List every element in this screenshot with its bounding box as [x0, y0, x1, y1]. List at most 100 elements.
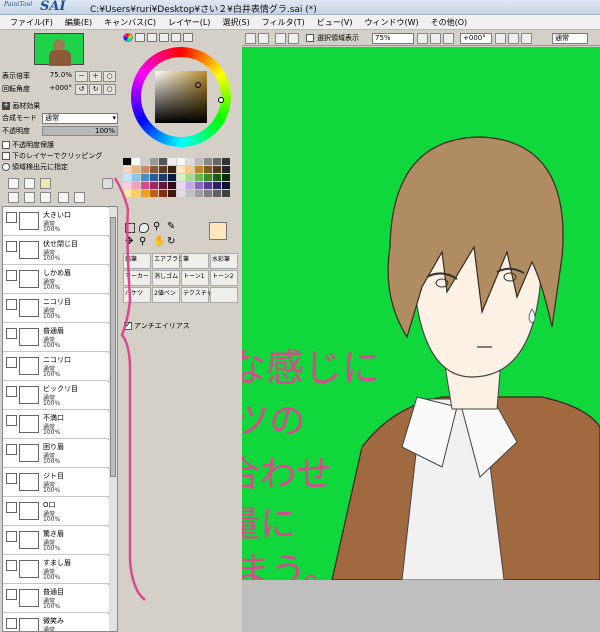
opacity-slider[interactable]: 100% [42, 126, 118, 136]
hand-tool-icon[interactable]: ✋ [153, 236, 165, 247]
layer-row[interactable]: すまし眉 通常 100% [3, 556, 109, 584]
color-swatch[interactable] [141, 174, 149, 181]
new-folder-icon[interactable] [40, 178, 51, 189]
color-swatch[interactable] [177, 182, 185, 189]
angle-value[interactable]: +000° [49, 84, 72, 92]
color-swatch[interactable] [168, 158, 176, 165]
tool-brush[interactable]: 筆 [181, 253, 209, 269]
new-linework-layer-icon[interactable] [24, 178, 35, 189]
tool-binary-pen[interactable]: 2値ペン [152, 287, 180, 303]
color-swatch[interactable] [141, 166, 149, 173]
color-swatch[interactable] [213, 166, 221, 173]
color-swatch[interactable] [204, 166, 212, 173]
layer-visibility-toggle[interactable] [6, 618, 17, 629]
tool-empty-slot[interactable] [210, 287, 238, 303]
layer-row[interactable]: ジト目 通常 100% [3, 469, 109, 497]
layer-visibility-toggle[interactable] [6, 560, 17, 571]
menu-edit[interactable]: 編集(E) [59, 15, 98, 29]
selection-source-row[interactable]: 領域検出元に指定 [2, 162, 118, 173]
tool-bucket[interactable]: バケツ [123, 287, 151, 303]
layer-row[interactable]: ニコリ目 通常 100% [3, 295, 109, 323]
hsv-slider-mode-icon[interactable] [147, 33, 157, 42]
layer-list-scrollbar[interactable] [108, 207, 117, 631]
canvas-zoom-fit-icon[interactable] [443, 33, 454, 44]
color-swatch[interactable] [132, 182, 140, 189]
color-swatch[interactable] [132, 166, 140, 173]
color-swatch[interactable] [204, 190, 212, 197]
color-swatch[interactable] [204, 158, 212, 165]
primary-color-swatch[interactable] [209, 222, 227, 240]
canvas-zoom-in-icon[interactable] [430, 33, 441, 44]
eyedropper-icon[interactable]: ✎ [167, 221, 175, 232]
layer-row[interactable]: 驚き眉 通常 100% [3, 527, 109, 555]
color-swatch[interactable] [195, 166, 203, 173]
color-swatch[interactable] [132, 190, 140, 197]
layer-visibility-toggle[interactable] [6, 270, 17, 281]
color-swatch[interactable] [159, 182, 167, 189]
color-wheel-mode-icon[interactable] [123, 33, 133, 42]
color-swatch[interactable] [159, 174, 167, 181]
layer-visibility-toggle[interactable] [6, 212, 17, 223]
redo-icon[interactable] [258, 33, 269, 44]
color-swatch[interactable] [222, 190, 230, 197]
color-swatch[interactable] [222, 158, 230, 165]
lasso-tool-icon[interactable] [139, 223, 149, 233]
color-swatch[interactable] [204, 174, 212, 181]
color-swatch[interactable] [132, 174, 140, 181]
merge-down-icon[interactable] [24, 192, 35, 203]
color-swatch[interactable] [150, 190, 158, 197]
merge-layers-icon[interactable] [40, 192, 51, 203]
zoom-value[interactable]: 75.0% [50, 71, 72, 79]
sv-cursor[interactable] [195, 82, 201, 88]
tool-tone2[interactable]: トーン2 [210, 270, 238, 286]
rgb-slider-mode-icon[interactable] [135, 33, 145, 42]
color-swatch[interactable] [186, 174, 194, 181]
clipping-checkbox[interactable] [2, 152, 10, 160]
drawing-canvas[interactable]: こんな感じに パーツの 組み合わせ で大量に 作りまう。 [242, 47, 600, 580]
zoom-out-icon[interactable]: － [75, 71, 88, 82]
layer-visibility-toggle[interactable] [6, 357, 17, 368]
color-swatch[interactable] [159, 158, 167, 165]
color-swatch[interactable] [123, 166, 131, 173]
canvas-angle-select[interactable]: +000° [460, 33, 492, 44]
color-swatch[interactable] [186, 158, 194, 165]
rotate-tool-icon[interactable]: ↻ [167, 236, 175, 247]
navigator-thumbnail[interactable] [34, 33, 84, 66]
menu-layer[interactable]: レイヤー(L) [162, 15, 216, 29]
tool-texture1[interactable]: テクスチャ1 [181, 287, 217, 303]
layer-row[interactable]: ニコリ口 通常 100% [3, 353, 109, 381]
layer-visibility-toggle[interactable] [6, 589, 17, 600]
menu-canvas[interactable]: キャンバス(C) [98, 15, 162, 29]
tool-pencil[interactable]: 鉛筆 [123, 253, 151, 269]
swatch-mode-icon[interactable] [171, 33, 181, 42]
color-swatch[interactable] [123, 190, 131, 197]
layer-list-scroll-thumb[interactable] [110, 217, 116, 477]
canvas-view-mode-select[interactable]: 通常 [552, 33, 588, 44]
color-swatch[interactable] [168, 174, 176, 181]
layer-row[interactable]: 不満口 通常 100% [3, 411, 109, 439]
color-swatch[interactable] [150, 166, 158, 173]
layer-row[interactable]: しかめ眉 通常 100% [3, 266, 109, 294]
menu-filter[interactable]: フィルタ(T) [256, 15, 311, 29]
color-swatch[interactable] [186, 190, 194, 197]
tool-airbrush[interactable]: エアブラシ [152, 253, 184, 269]
color-swatch[interactable] [141, 190, 149, 197]
color-swatch[interactable] [186, 166, 194, 173]
layer-row[interactable]: 普通眉 通常 100% [3, 324, 109, 352]
color-swatch[interactable] [213, 190, 221, 197]
transfer-down-icon[interactable] [8, 192, 19, 203]
show-selection-checkbox[interactable] [306, 34, 314, 42]
color-swatch[interactable] [168, 166, 176, 173]
undo-icon[interactable] [245, 33, 256, 44]
color-swatch[interactable] [123, 182, 131, 189]
tool-marker[interactable]: マーカー [123, 270, 151, 286]
color-swatch[interactable] [123, 174, 131, 181]
layer-row[interactable]: 困り眉 通常 100% [3, 440, 109, 468]
color-swatch[interactable] [168, 182, 176, 189]
menu-view[interactable]: ビュー(V) [311, 15, 359, 29]
invert-selection-icon[interactable] [288, 33, 299, 44]
layer-row[interactable]: 大きい口 通常 100% [3, 208, 109, 236]
color-swatch[interactable] [195, 190, 203, 197]
color-swatch[interactable] [159, 166, 167, 173]
color-swatch[interactable] [222, 174, 230, 181]
